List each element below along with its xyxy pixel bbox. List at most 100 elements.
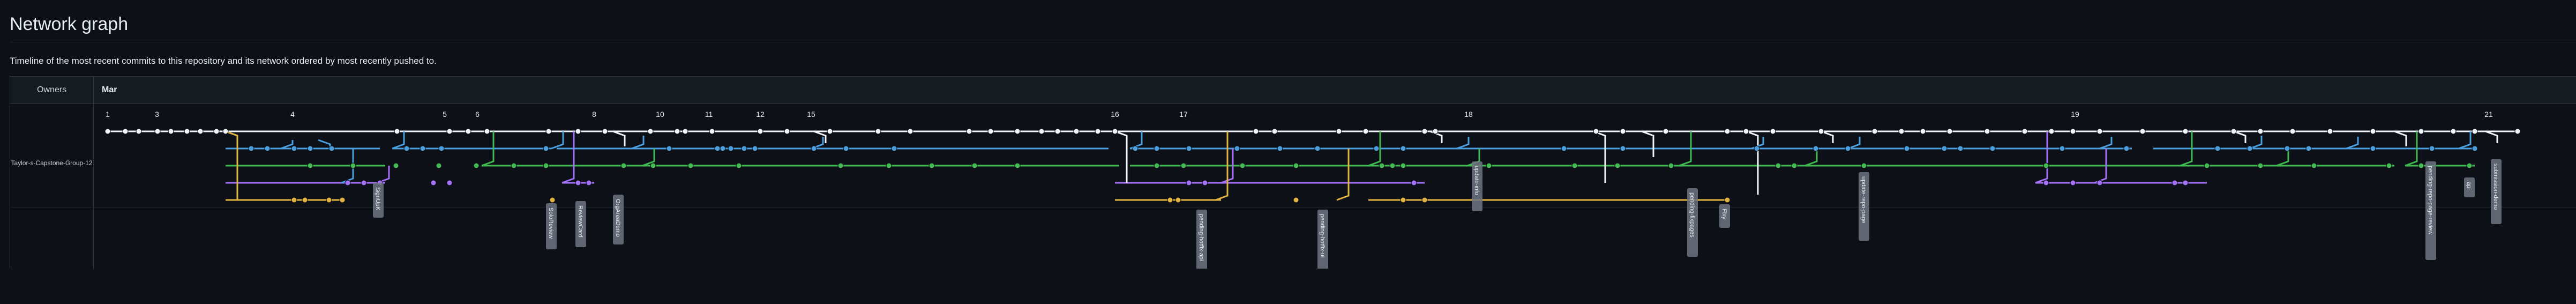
commit-dot[interactable] — [345, 180, 351, 186]
commit-dot[interactable] — [1871, 128, 1878, 135]
commit-dot[interactable] — [682, 128, 688, 135]
commit-dot[interactable] — [1770, 128, 1776, 135]
commit-dot[interactable] — [2043, 180, 2049, 186]
commit-dot[interactable] — [543, 162, 549, 169]
commit-dot[interactable] — [122, 128, 129, 135]
commit-dot[interactable] — [2059, 145, 2065, 152]
ref-label[interactable]: Fixy — [1719, 204, 1730, 228]
commit-dot[interactable] — [1957, 145, 1964, 152]
commit-dot[interactable] — [1593, 128, 1599, 135]
commit-dot[interactable] — [2139, 128, 2146, 135]
commit-dot[interactable] — [291, 145, 297, 152]
commit-dot[interactable] — [875, 128, 881, 135]
commit-dot[interactable] — [2096, 128, 2103, 135]
commit-dot[interactable] — [465, 128, 471, 135]
commit-dot[interactable] — [674, 128, 680, 135]
commit-dot[interactable] — [2204, 162, 2210, 169]
commit-dot[interactable] — [2418, 162, 2424, 169]
commit-dot[interactable] — [184, 128, 190, 135]
commit-dot[interactable] — [2305, 145, 2312, 152]
commit-dot[interactable] — [666, 145, 672, 152]
commit-dot[interactable] — [1813, 145, 1819, 152]
commit-dot[interactable] — [307, 145, 313, 152]
commit-dot[interactable] — [291, 197, 297, 203]
commit-dot[interactable] — [1989, 145, 1996, 152]
commit-dot[interactable] — [2327, 128, 2333, 135]
commit-dot[interactable] — [907, 128, 913, 135]
commit-dot[interactable] — [1861, 162, 1867, 169]
commit-dot[interactable] — [1154, 145, 1160, 152]
commit-dot[interactable] — [2070, 128, 2076, 135]
commit-dot[interactable] — [647, 128, 654, 135]
commit-dot[interactable] — [1941, 145, 1948, 152]
commit-dot[interactable] — [1167, 197, 1173, 203]
commit-dot[interactable] — [436, 162, 442, 169]
commit-dot[interactable] — [1175, 197, 1181, 203]
commit-dot[interactable] — [2284, 145, 2290, 152]
commit-dot[interactable] — [2182, 128, 2189, 135]
commit-dot[interactable] — [1180, 162, 1187, 169]
commit-dot[interactable] — [1239, 162, 1246, 169]
commit-dot[interactable] — [307, 162, 313, 169]
commit-dot[interactable] — [971, 162, 978, 169]
commit-dot[interactable] — [2257, 162, 2264, 169]
commit-dot[interactable] — [1920, 128, 1926, 135]
commit-graph-canvas[interactable]: 1 3 4 5 6 8 10 11 12 15 16 17 18 19 21 SignUpK SoloRevi… — [10, 77, 2576, 269]
commit-dot[interactable] — [1314, 145, 1321, 152]
commit-dot[interactable] — [1400, 162, 1406, 169]
commit-dot[interactable] — [1904, 145, 1910, 152]
commit-dot[interactable] — [326, 197, 332, 203]
commit-dot[interactable] — [438, 145, 445, 152]
commit-dot[interactable] — [473, 162, 480, 169]
commit-dot[interactable] — [1421, 128, 1428, 135]
ref-label[interactable]: SoloReview — [546, 203, 557, 249]
ref-label[interactable]: pending-hotfix-ui — [1317, 210, 1328, 269]
commit-dot[interactable] — [2429, 145, 2435, 152]
ref-label[interactable]: pending-fixpages — [1687, 188, 1698, 257]
commit-dot[interactable] — [1336, 128, 1342, 135]
commit-dot[interactable] — [1234, 145, 1240, 152]
commit-dot[interactable] — [1663, 128, 1669, 135]
commit-dot[interactable] — [843, 145, 849, 152]
commit-dot[interactable] — [2096, 180, 2103, 186]
commit-dot[interactable] — [1668, 162, 1674, 169]
commit-dot[interactable] — [1014, 162, 1021, 169]
commit-dot[interactable] — [966, 128, 972, 135]
commit-dot[interactable] — [394, 128, 400, 135]
ref-label[interactable]: update-info — [1472, 161, 1482, 211]
commit-dot[interactable] — [784, 128, 790, 135]
commit-dot[interactable] — [1432, 128, 1439, 135]
commit-dot[interactable] — [2070, 180, 2076, 186]
commit-dot[interactable] — [1620, 128, 1626, 135]
commit-dot[interactable] — [136, 128, 142, 135]
commit-dot[interactable] — [1818, 128, 1824, 135]
commit-dot[interactable] — [1362, 128, 1369, 135]
commit-dot[interactable] — [1095, 128, 1101, 135]
commit-dot[interactable] — [1014, 128, 1021, 135]
commit-dot[interactable] — [1253, 128, 1259, 135]
commit-dot[interactable] — [1293, 197, 1299, 203]
commit-dot[interactable] — [757, 128, 763, 135]
commit-dot[interactable] — [446, 180, 453, 186]
commit-dot[interactable] — [1421, 197, 1428, 203]
commit-dot[interactable] — [393, 162, 399, 169]
ref-label[interactable]: SignUpK — [373, 183, 384, 218]
ref-label[interactable]: update-repo-page — [1859, 172, 1869, 241]
commit-dot[interactable] — [361, 180, 367, 186]
commit-dot[interactable] — [2182, 180, 2189, 186]
commit-dot[interactable] — [430, 180, 437, 186]
commit-dot[interactable] — [1186, 145, 1192, 152]
commit-dot[interactable] — [1202, 180, 1208, 186]
commit-dot[interactable] — [1293, 162, 1299, 169]
commit-dot[interactable] — [1620, 145, 1626, 152]
commit-dot[interactable] — [1614, 162, 1621, 169]
commit-dot[interactable] — [1054, 128, 1061, 135]
commit-dot[interactable] — [728, 145, 734, 152]
commit-dot[interactable] — [328, 145, 335, 152]
commit-dot[interactable] — [602, 128, 608, 135]
commit-dot[interactable] — [213, 128, 220, 135]
commit-dot[interactable] — [1724, 128, 1731, 135]
commit-dot[interactable] — [1898, 128, 1905, 135]
commit-dot[interactable] — [2021, 128, 2028, 135]
commit-dot[interactable] — [484, 128, 490, 135]
